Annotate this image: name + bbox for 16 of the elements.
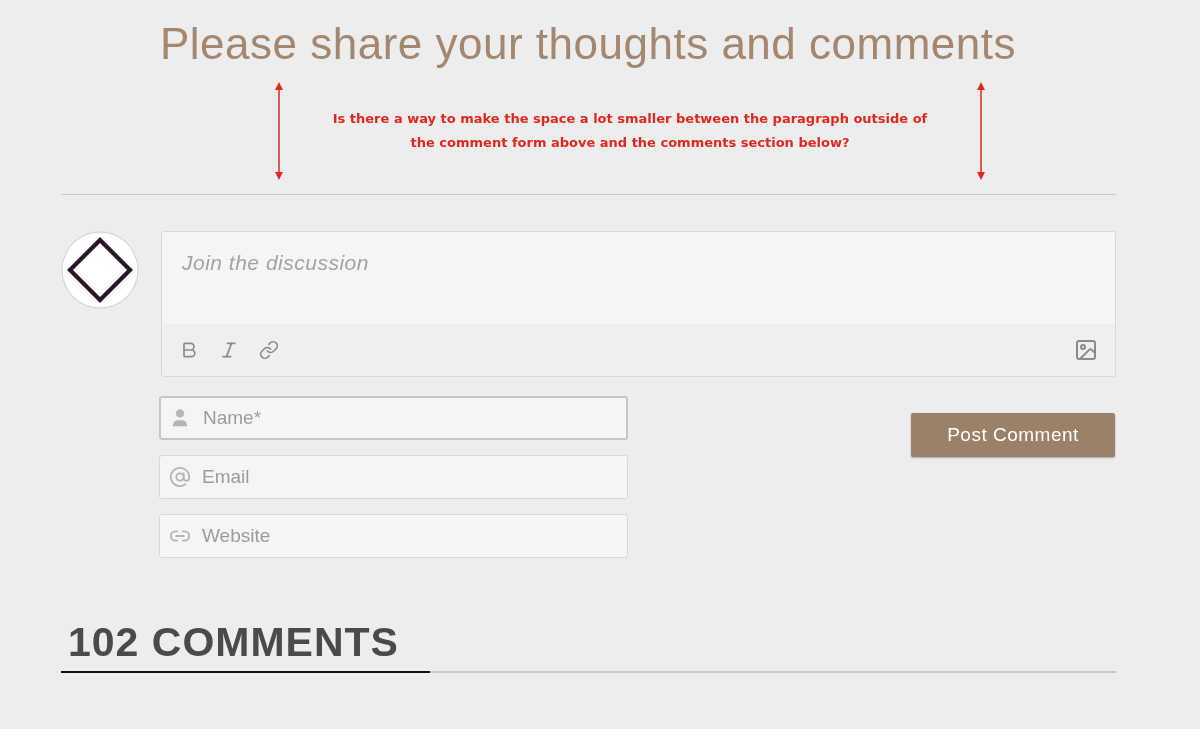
double-arrow-icon <box>976 81 986 181</box>
post-comment-button[interactable]: Post Comment <box>911 413 1115 457</box>
comments-heading: 102 COMMENTS <box>61 622 430 673</box>
input-field[interactable]: Email <box>159 455 628 499</box>
page-title: Please share your thoughts and comments <box>159 18 1017 66</box>
annotation-note: Is there a way to make the space a lot smaller between the paragraph outside of the comment form above and the comments section below? <box>331 110 929 152</box>
double-arrow-icon <box>274 81 284 181</box>
at-sign-icon <box>169 466 191 488</box>
input-field[interactable]: Website <box>159 514 628 558</box>
image-icon[interactable] <box>1074 338 1098 362</box>
comment-textarea[interactable]: Join the discussion <box>162 232 1115 324</box>
link-icon[interactable] <box>259 340 279 360</box>
italic-icon[interactable] <box>219 340 239 360</box>
input-field[interactable]: Name* <box>159 396 628 440</box>
avatar-icon <box>61 231 139 309</box>
comment-editor[interactable]: Join the discussion <box>161 231 1116 377</box>
